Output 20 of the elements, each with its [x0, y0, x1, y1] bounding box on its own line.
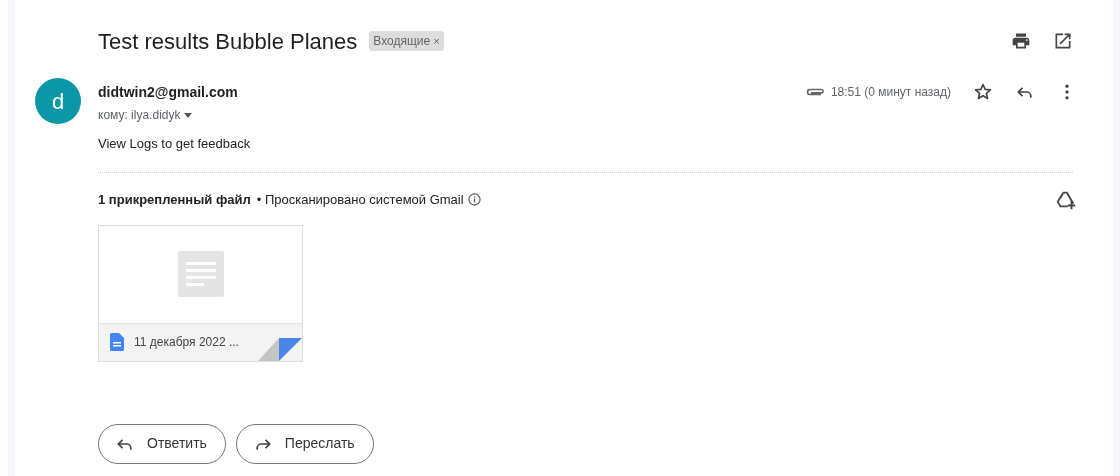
sender-avatar: d — [35, 78, 81, 124]
document-preview-icon — [177, 251, 224, 297]
sender-email: didtwin2@gmail.com — [98, 83, 238, 102]
star-icon[interactable] — [973, 82, 993, 102]
inbox-label[interactable]: Входящие × — [369, 31, 444, 51]
message-time: 18:51 (0 минут назад) — [830, 84, 951, 101]
paperclip-icon — [804, 87, 825, 97]
caret-icon — [184, 112, 193, 118]
message-body: View Logs to get feedback — [98, 135, 252, 153]
document-icon — [110, 333, 124, 351]
recipient-dropdown[interactable]: кому: ilya.didyk — [98, 106, 238, 124]
subject-title: Test results Bubble Planes — [98, 27, 358, 56]
info-icon[interactable] — [467, 193, 481, 206]
attachment-card[interactable]: 11 декабря 2022 ... — [98, 224, 303, 362]
scan-notice: • Просканировано системой Gmail — [256, 190, 464, 209]
attachment-filename: 11 декабря 2022 ... — [134, 334, 239, 351]
attachment-count: 1 прикрепленный файл — [98, 190, 251, 209]
open-in-new-window-icon[interactable] — [1053, 31, 1073, 51]
folded-corner-icon — [258, 337, 302, 361]
print-icon[interactable] — [1011, 31, 1031, 51]
